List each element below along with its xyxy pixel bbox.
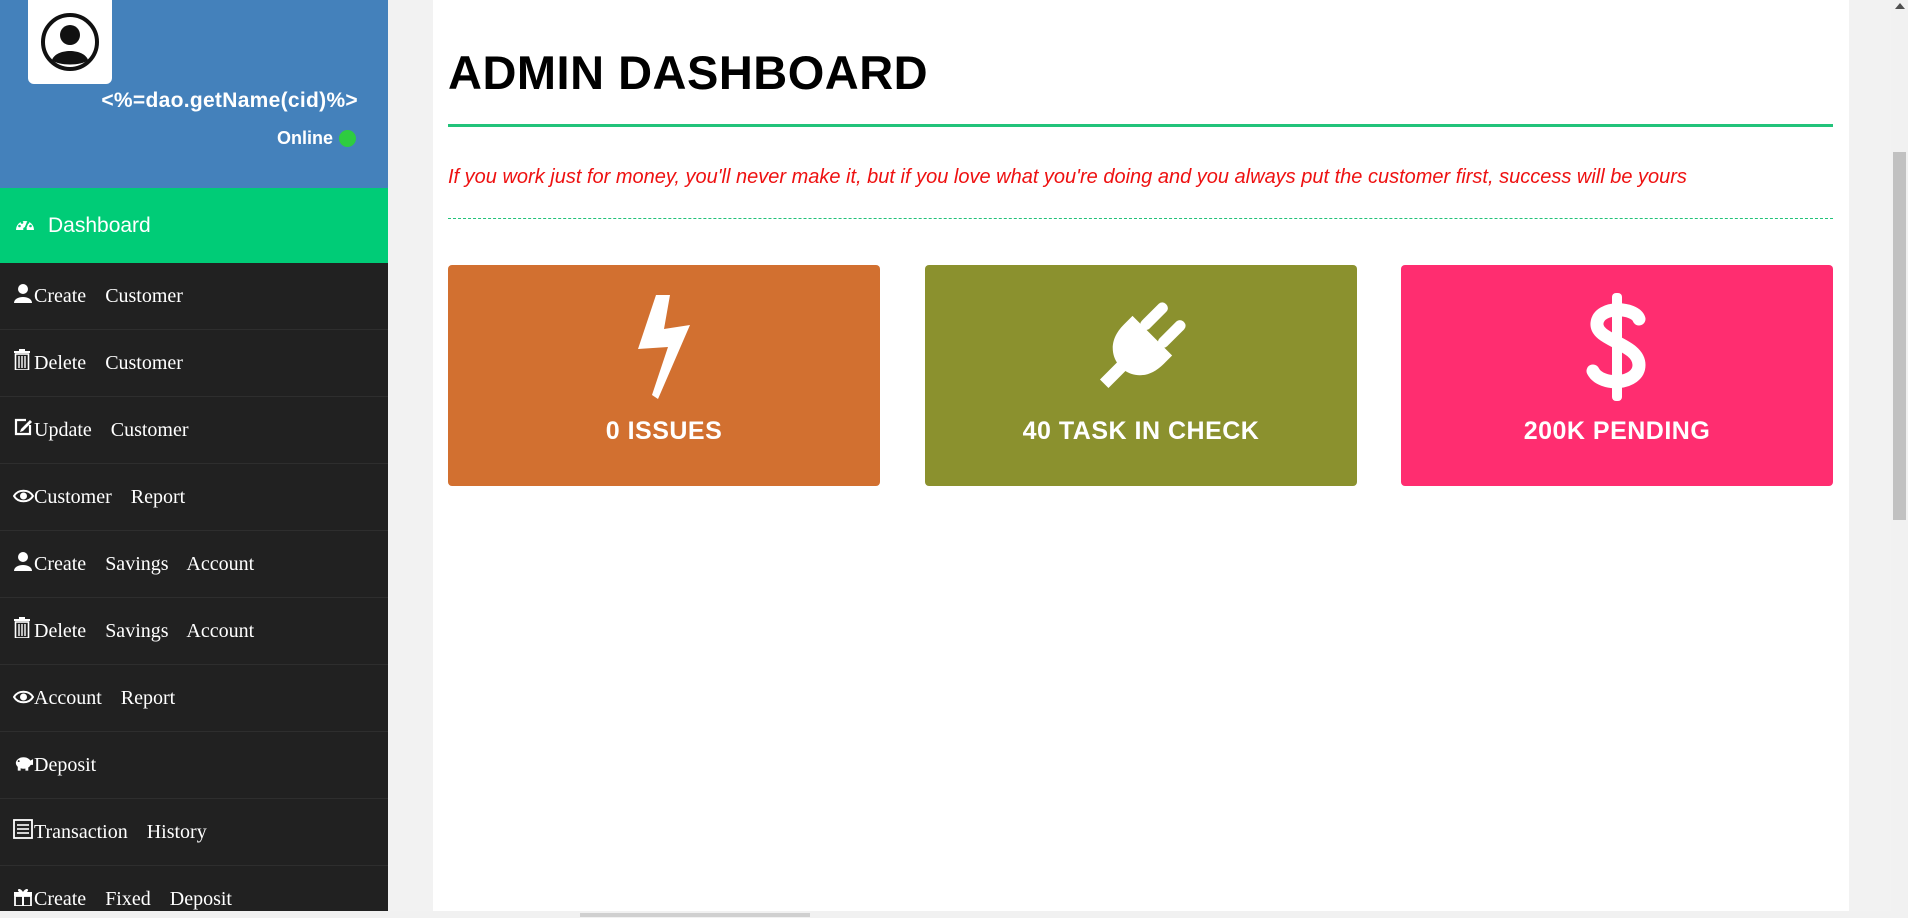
sidebar-item-label: Transaction History	[34, 820, 207, 843]
motivational-quote: If you work just for money, you'll never…	[448, 166, 1687, 188]
avatar[interactable]	[28, 0, 112, 84]
edit-icon	[13, 415, 34, 437]
sidebar: <%=dao.getName(cid)%> Online Dashboard C…	[0, 0, 388, 918]
card-label: 200K PENDING	[1523, 417, 1711, 445]
sidebar-item-create-savings-account[interactable]: Create Savings Account	[0, 531, 388, 598]
title-divider	[448, 124, 1833, 127]
user-icon	[13, 549, 34, 571]
sidebar-item-create-customer[interactable]: Create Customer	[0, 263, 388, 330]
sidebar-item-delete-customer[interactable]: Delete Customer	[0, 330, 388, 397]
status-text: Online	[276, 128, 333, 148]
sidebar-item-label: Update Customer	[34, 418, 189, 441]
sidebar-item-customer-report[interactable]: Customer Report	[0, 464, 388, 531]
sidebar-item-dashboard[interactable]: Dashboard	[0, 188, 388, 263]
pending-card[interactable]: 200K PENDING	[1401, 265, 1833, 486]
tasks-card[interactable]: 40 TASK IN CHECK	[925, 265, 1357, 486]
sidebar-item-label: Deposit	[34, 753, 97, 776]
sidebar-item-label: Dashboard	[48, 213, 151, 237]
main-content: ADMIN DASHBOARD If you work just for mon…	[433, 0, 1849, 918]
sidebar-item-label: Customer Report	[34, 485, 186, 508]
sidebar-item-deposit[interactable]: Deposit	[0, 732, 388, 799]
sidebar-item-label: Create Customer	[34, 284, 183, 307]
sidebar-item-update-customer[interactable]: Update Customer	[0, 397, 388, 464]
sidebar-item-label: Create Fixed Deposit	[34, 887, 232, 910]
trash-icon	[13, 348, 34, 370]
status-dot-icon	[339, 130, 356, 147]
sidebar-item-label: Account Report	[34, 686, 176, 709]
page-title: ADMIN DASHBOARD	[448, 46, 929, 99]
scrollbar-thumb[interactable]	[580, 913, 810, 917]
profile-panel: <%=dao.getName(cid)%> Online	[0, 0, 388, 188]
online-status: Online	[277, 128, 356, 149]
dashboard-gauge-icon	[14, 215, 36, 237]
user-circle-icon	[41, 13, 99, 71]
sidebar-nav: Create Customer Delete Customer Update C…	[0, 263, 388, 918]
dollar-icon	[1585, 292, 1649, 402]
card-label: 0 ISSUES	[605, 417, 723, 445]
gift-icon	[13, 884, 34, 906]
scroll-up-arrow-icon[interactable]	[1895, 3, 1905, 9]
sidebar-item-label: Delete Customer	[34, 351, 183, 374]
scrollbar-thumb[interactable]	[1893, 152, 1906, 520]
plug-icon	[1086, 292, 1196, 402]
bolt-icon	[634, 292, 694, 402]
profile-name: <%=dao.getName(cid)%>	[101, 89, 358, 112]
horizontal-scrollbar[interactable]	[0, 911, 1891, 918]
issues-card[interactable]: 0 ISSUES	[448, 265, 880, 486]
sidebar-item-account-report[interactable]: Account Report	[0, 665, 388, 732]
user-icon	[13, 281, 34, 303]
piggy-bank-icon	[13, 750, 34, 772]
quote-divider	[448, 218, 1833, 219]
trash-icon	[13, 616, 34, 638]
card-label: 40 TASK IN CHECK	[1022, 417, 1260, 445]
list-icon	[13, 817, 34, 839]
sidebar-item-label: Delete Savings Account	[34, 619, 255, 642]
eye-icon	[13, 482, 34, 504]
sidebar-item-label: Create Savings Account	[34, 552, 255, 575]
sidebar-item-delete-savings-account[interactable]: Delete Savings Account	[0, 598, 388, 665]
vertical-scrollbar[interactable]	[1891, 0, 1908, 918]
eye-icon	[13, 683, 34, 705]
sidebar-item-transaction-history[interactable]: Transaction History	[0, 799, 388, 866]
